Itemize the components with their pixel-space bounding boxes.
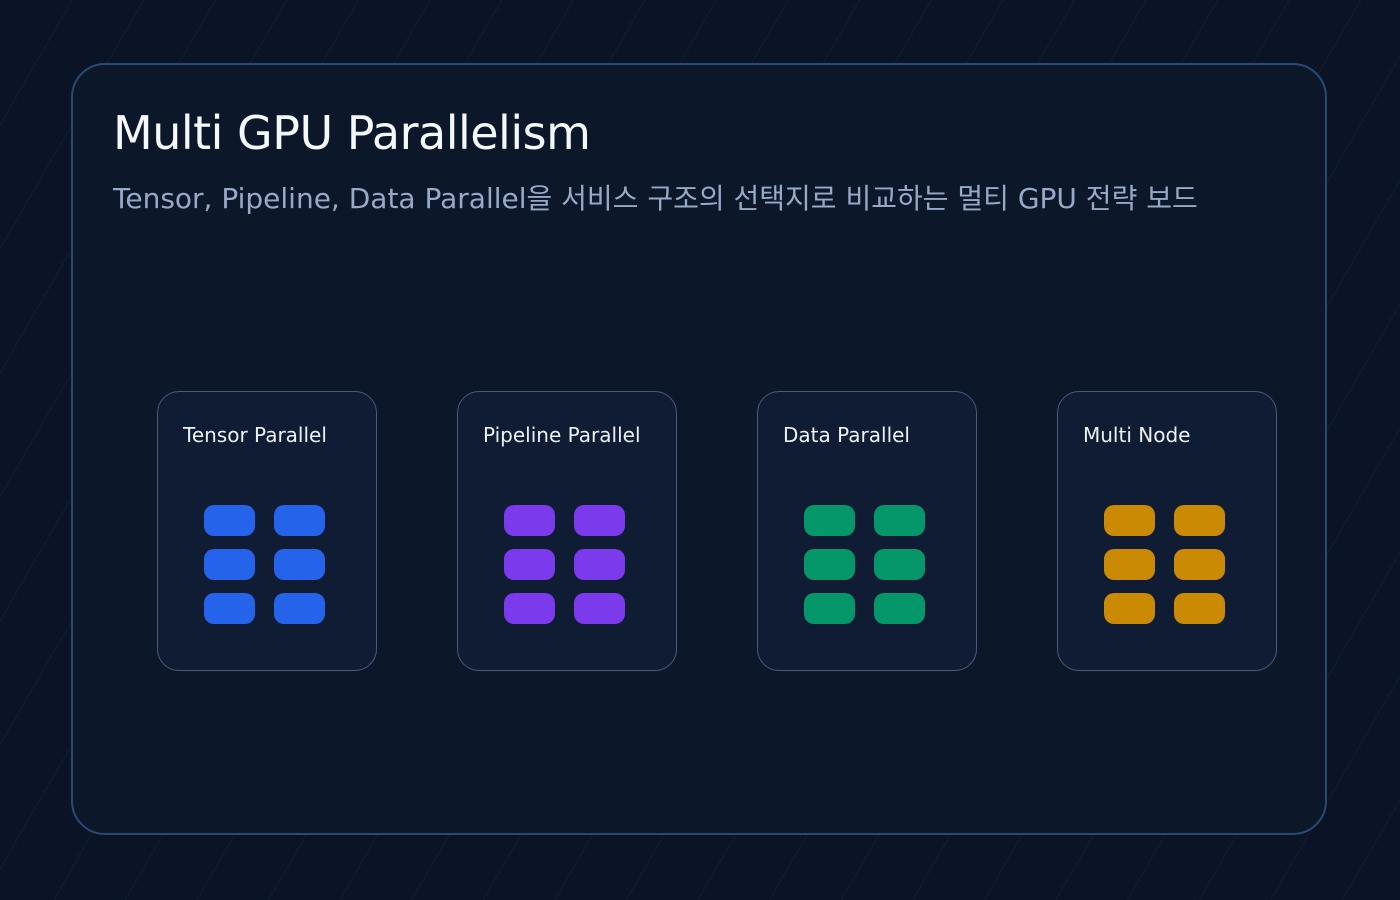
strategy-card-label: Data Parallel [783,423,910,447]
gpu-block [1174,505,1225,536]
gpu-block [1104,549,1155,580]
gpu-block [504,505,555,536]
gpu-block [274,505,325,536]
gpu-block [804,593,855,624]
board-title: Multi GPU Parallelism [113,106,591,160]
strategy-card-label: Tensor Parallel [183,423,327,447]
board-subtitle: Tensor, Pipeline, Data Parallel을 서비스 구조의… [113,182,1198,215]
gpu-block [1174,549,1225,580]
gpu-block [1174,593,1225,624]
gpu-grid [504,505,625,624]
gpu-block [274,593,325,624]
gpu-grid [804,505,925,624]
strategy-board: Multi GPU Parallelism Tensor, Pipeline, … [71,63,1327,835]
gpu-block [804,505,855,536]
strategy-card-pipeline-parallel: Pipeline Parallel [457,391,677,671]
gpu-block [874,549,925,580]
gpu-block [1104,505,1155,536]
gpu-grid [1104,505,1225,624]
gpu-block [274,549,325,580]
gpu-block [874,505,925,536]
gpu-block [204,549,255,580]
gpu-block [204,593,255,624]
strategy-card-label: Pipeline Parallel [483,423,641,447]
gpu-grid [204,505,325,624]
strategy-card-multi-node: Multi Node [1057,391,1277,671]
gpu-block [874,593,925,624]
strategy-card-data-parallel: Data Parallel [757,391,977,671]
gpu-block [1104,593,1155,624]
gpu-block [574,549,625,580]
gpu-block [574,505,625,536]
strategy-card-tensor-parallel: Tensor Parallel [157,391,377,671]
gpu-block [804,549,855,580]
gpu-block [204,505,255,536]
gpu-block [504,549,555,580]
gpu-block [574,593,625,624]
gpu-block [504,593,555,624]
strategy-card-label: Multi Node [1083,423,1191,447]
